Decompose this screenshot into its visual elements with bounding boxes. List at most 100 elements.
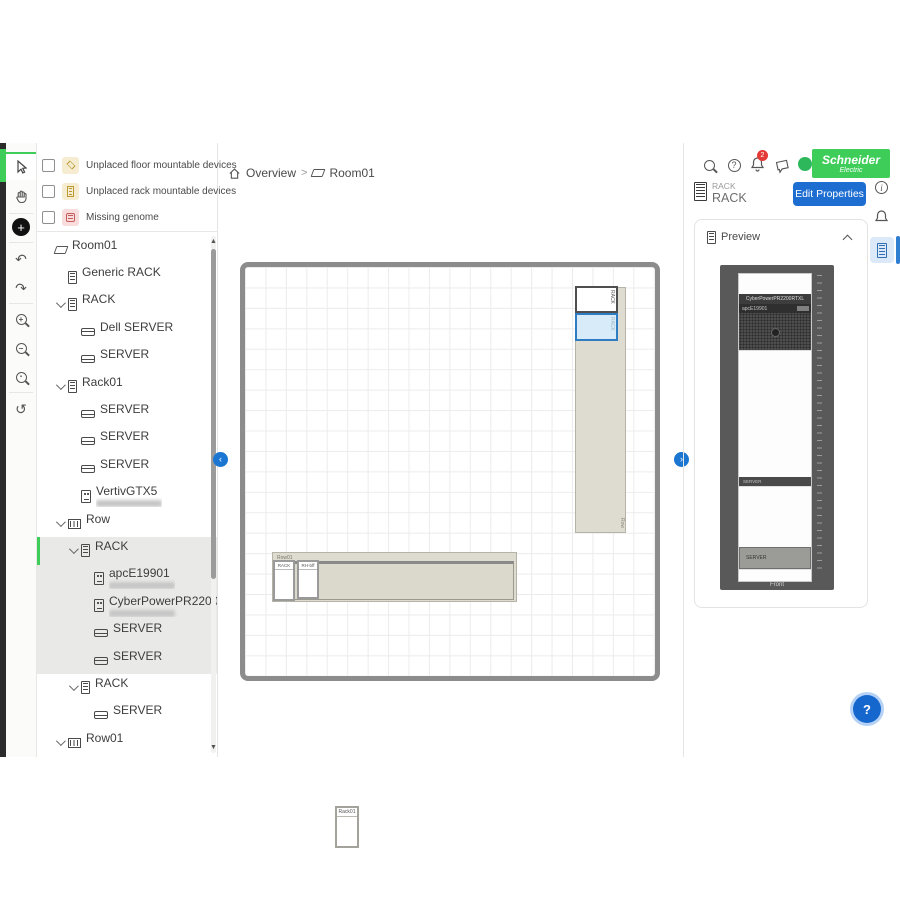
filter-row[interactable]: Unplaced rack mountable devices xyxy=(37,178,217,204)
zoom-fit-button[interactable]: ▪ xyxy=(6,363,36,391)
grid-row-label xyxy=(664,268,676,288)
grid-column-label xyxy=(451,243,471,255)
grid-column-label xyxy=(267,684,287,696)
floorplan-rack-selected[interactable]: RACK xyxy=(575,313,618,341)
chevron-down-icon[interactable] xyxy=(56,298,66,308)
chevron-down-icon[interactable] xyxy=(56,736,66,746)
grid-column-label xyxy=(451,684,471,696)
select-tool-button[interactable] xyxy=(6,152,36,180)
tree-item[interactable]: VertivGTX5 xyxy=(37,483,217,510)
breadcrumb-room[interactable]: Room01 xyxy=(329,166,374,180)
floorplan-rack[interactable]: RACK xyxy=(575,286,618,313)
zoom-out-button[interactable]: − xyxy=(6,334,36,362)
user-avatar[interactable] xyxy=(798,157,812,171)
grid-row-labels-right xyxy=(664,268,676,672)
history-icon: ↺ xyxy=(15,402,27,416)
tree-item[interactable]: Rack01 xyxy=(37,373,217,400)
tree-item[interactable]: SERVER xyxy=(37,619,217,646)
collapse-left-panel-button[interactable]: ‹ xyxy=(213,452,228,467)
chevron-left-icon: ‹ xyxy=(219,455,222,464)
grid-column-label xyxy=(512,243,532,255)
chevron-down-icon[interactable] xyxy=(56,517,66,527)
rack-slots: CyberPowerPR2200RTXL apcE19901 SERVER SE… xyxy=(738,273,812,582)
tree-item[interactable]: RACK xyxy=(37,674,217,701)
search-button[interactable] xyxy=(701,157,717,173)
floorplan-rack[interactable]: RH-bff xyxy=(297,560,319,599)
rack-label: RH-bff xyxy=(299,562,317,570)
history-button[interactable]: ↺ xyxy=(6,395,36,423)
grid-column-label xyxy=(614,684,634,696)
undo-button[interactable]: ↶ xyxy=(6,245,36,273)
grid-column-label xyxy=(431,243,451,255)
tree-item[interactable]: Row01 xyxy=(37,729,217,756)
tree-item[interactable]: SERVER xyxy=(37,702,217,729)
rack-device[interactable]: CyberPowerPR2200RTXL xyxy=(739,294,811,304)
filter-row[interactable]: Missing genome xyxy=(37,204,217,230)
grid-column-label xyxy=(349,684,369,696)
chevron-down-icon[interactable] xyxy=(56,380,66,390)
tree-item[interactable]: Room01 xyxy=(37,236,217,263)
grid-row-label xyxy=(222,510,234,530)
preview-title: Preview xyxy=(721,231,760,243)
question-icon: ? xyxy=(863,702,871,717)
filter-checkbox[interactable] xyxy=(42,211,55,224)
grid-column-label xyxy=(369,243,389,255)
floorplan-rack[interactable]: RACK xyxy=(273,560,295,601)
zoom-out-icon: − xyxy=(16,343,27,354)
edit-properties-button[interactable]: Edit Properties xyxy=(793,182,866,206)
tree-item[interactable]: RACK xyxy=(37,291,217,318)
device-label: CyberPowerPR2200RTXL xyxy=(746,296,804,302)
feedback-button[interactable] xyxy=(774,158,790,174)
tree-item[interactable]: Dell SERVER xyxy=(37,318,217,345)
zoom-in-button[interactable]: + xyxy=(6,305,36,333)
toolbar-separator xyxy=(9,303,33,304)
rack-device[interactable]: SERVER xyxy=(739,547,811,569)
help-button[interactable]: ? xyxy=(726,157,742,173)
grid-column-label xyxy=(594,243,614,255)
tree-item[interactable]: SERVER xyxy=(37,428,217,455)
plus-icon: + xyxy=(12,218,30,236)
tree-item[interactable]: SERVER xyxy=(37,455,217,482)
redo-button[interactable]: ↷ xyxy=(6,274,36,302)
tree-item[interactable]: SERVER xyxy=(37,400,217,427)
chevron-down-icon[interactable] xyxy=(69,682,79,692)
grid-row-label xyxy=(664,389,676,409)
tree-item[interactable]: Generic RACK xyxy=(37,263,217,290)
chevron-down-icon[interactable] xyxy=(69,545,79,555)
breadcrumb-overview[interactable]: Overview xyxy=(246,166,296,180)
scroll-down-icon[interactable]: ▼ xyxy=(210,744,217,751)
tree-item[interactable]: SERVER xyxy=(37,647,217,674)
floorplan-rack[interactable]: Rack01 xyxy=(335,806,359,848)
tree-item[interactable]: Row xyxy=(37,510,217,537)
tree-scrollbar-thumb[interactable] xyxy=(211,249,216,579)
tree-item-label: SERVER xyxy=(100,403,166,416)
pan-tool-button[interactable] xyxy=(6,182,36,210)
grid-column-label xyxy=(533,243,553,255)
grid-column-label xyxy=(574,243,594,255)
add-device-button[interactable]: + xyxy=(6,213,36,241)
expand-right-panel-button[interactable]: › xyxy=(674,452,689,467)
grid-row-label xyxy=(664,510,676,530)
alarms-tab[interactable] xyxy=(874,209,889,230)
filter-checkbox[interactable] xyxy=(42,159,55,172)
filter-row[interactable]: Unplaced floor mountable devices xyxy=(37,152,217,178)
floorplan-row-body[interactable] xyxy=(286,561,514,600)
tree-item-icon xyxy=(81,544,90,557)
grid-column-label xyxy=(492,684,512,696)
grid-row-label xyxy=(222,288,234,308)
rack-preview-tab[interactable] xyxy=(870,237,894,263)
help-fab[interactable]: ? xyxy=(853,695,881,723)
tree-item[interactable]: CyberPowerPR2200R... xyxy=(37,592,217,619)
filter-checkbox[interactable] xyxy=(42,185,55,198)
tree-item-icon xyxy=(94,572,104,585)
info-tab[interactable]: i xyxy=(875,181,888,194)
rack-device[interactable]: SERVER xyxy=(739,477,811,486)
rack-label: RACK xyxy=(609,317,615,331)
undo-icon: ↶ xyxy=(15,252,27,266)
scroll-up-icon[interactable]: ▲ xyxy=(210,238,217,245)
tree-item[interactable]: RACK xyxy=(37,537,217,564)
collapse-preview-icon[interactable] xyxy=(843,235,853,245)
tree-item[interactable]: apcE19901 xyxy=(37,565,217,592)
tree-item[interactable]: SERVER xyxy=(37,346,217,373)
rack-device[interactable]: apcE19901 xyxy=(739,304,811,350)
